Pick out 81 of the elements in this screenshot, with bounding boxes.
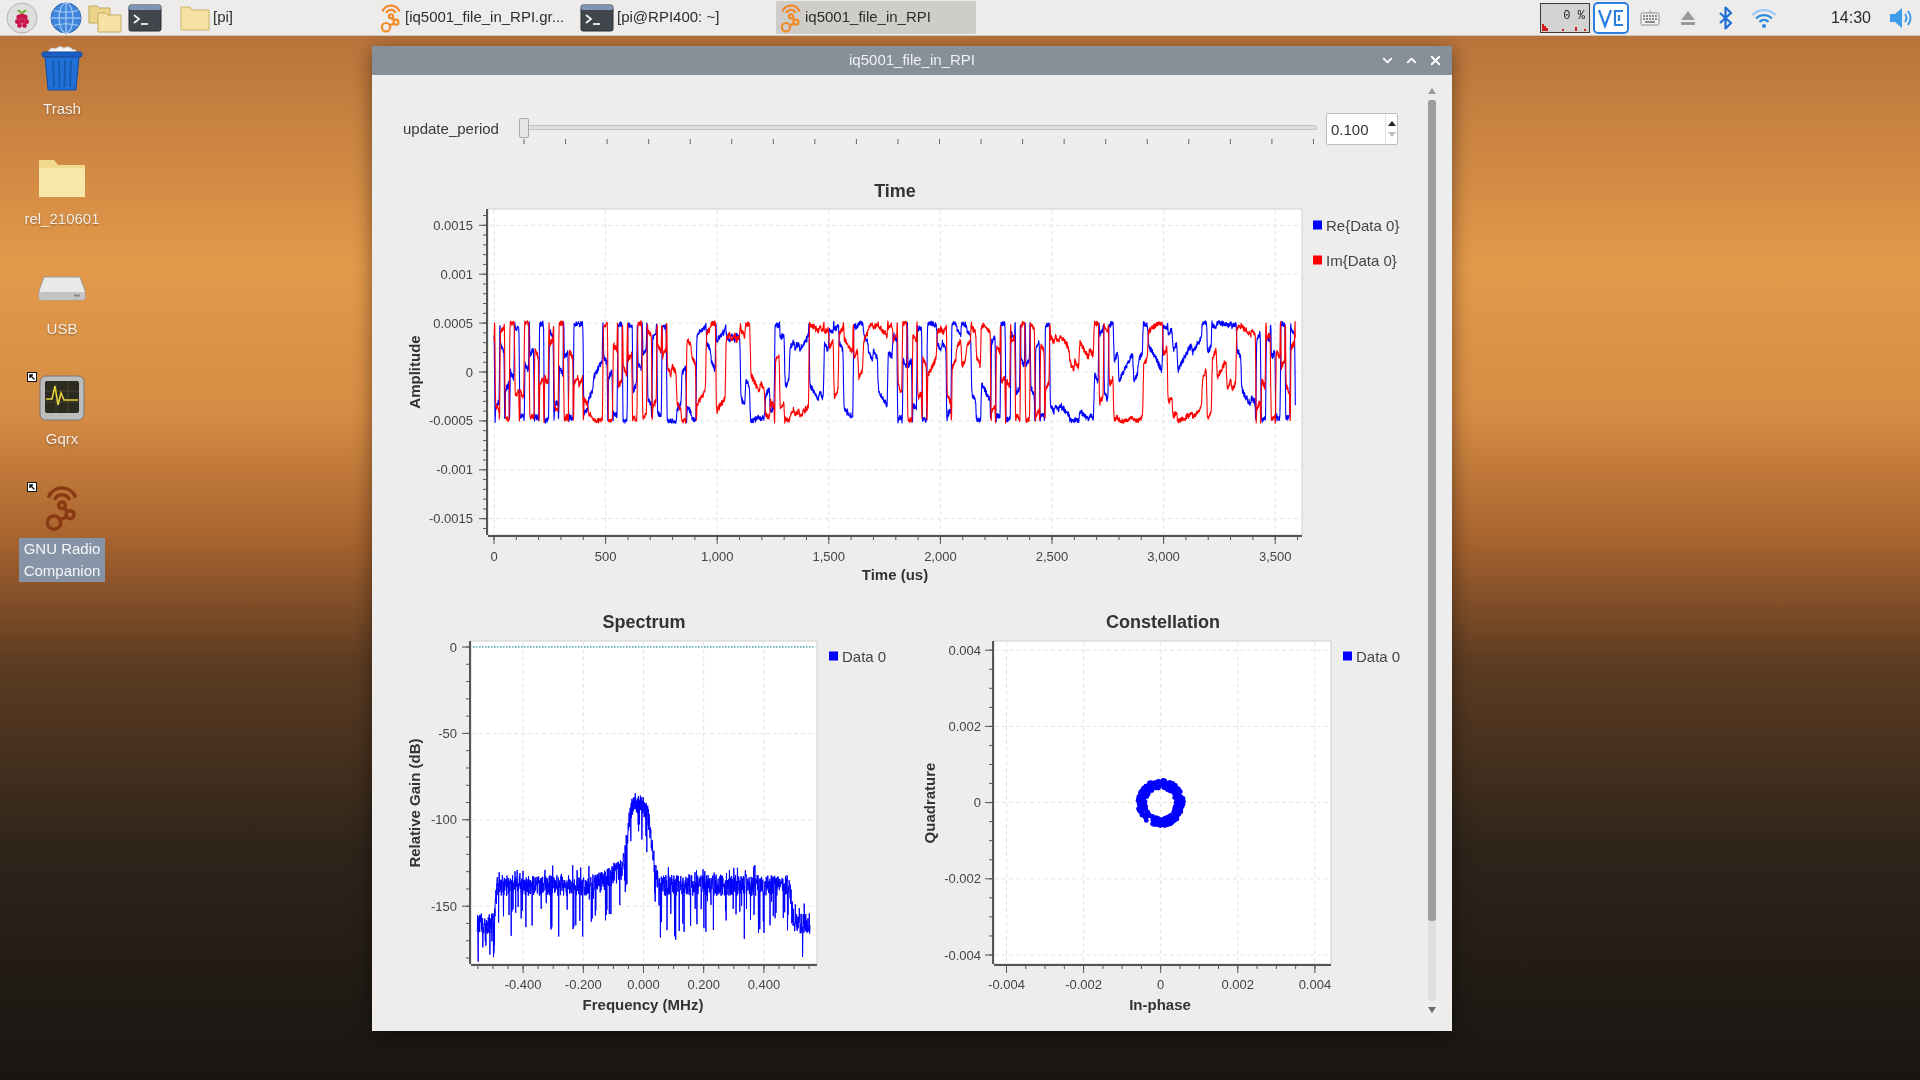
tick-label: 0.400 xyxy=(747,976,781,992)
tick-label: -0.400 xyxy=(504,976,542,992)
tick-label: -0.0005 xyxy=(428,413,473,429)
chart-title: Time xyxy=(874,181,916,201)
taskbar-button[interactable]: iq5001_file_in_RPI xyxy=(776,1,976,34)
oscilloscope-icon[interactable] xyxy=(39,375,85,421)
tick-label: 0.001 xyxy=(440,266,473,282)
tick-label: -0.004 xyxy=(944,947,981,963)
tick-label: 0 xyxy=(973,795,981,811)
radio-logo-icon xyxy=(780,2,802,33)
axis-title: In-phase xyxy=(1129,995,1191,1013)
taskbar-button[interactable]: [pi@RPI400: ~] xyxy=(576,1,776,34)
cpu-usage-text: 0 % xyxy=(1563,8,1585,23)
tick-label: 1,000 xyxy=(700,548,734,564)
tick-label: 2,000 xyxy=(924,548,957,564)
cpu-load-graph xyxy=(1541,22,1588,31)
taskbar-button[interactable]: [iq5001_file_in_RPI.gr... xyxy=(376,1,576,34)
axis-title: Time (us) xyxy=(861,565,929,583)
taskbar-button[interactable]: [pi] xyxy=(176,1,376,34)
slider-thumb[interactable] xyxy=(519,118,529,138)
tick-label: 0 xyxy=(490,548,498,564)
legend-label: Im{Data 0} xyxy=(1326,251,1397,269)
tick-label: 3,500 xyxy=(1258,548,1292,564)
tick-label: 0.0005 xyxy=(433,315,473,331)
axis-title: Relative Gain (dB) xyxy=(405,738,423,868)
trash-icon[interactable] xyxy=(40,45,84,91)
tick-label: 0 xyxy=(1157,976,1165,992)
chart-title: Spectrum xyxy=(602,612,686,632)
axis-title: Amplitude xyxy=(405,335,423,409)
spin-up-arrow-icon[interactable] xyxy=(1387,121,1396,126)
terminal-icon[interactable] xyxy=(128,3,162,32)
tick-label: -0.200 xyxy=(564,976,602,992)
tick-label: -150 xyxy=(430,898,457,914)
tick-label: -100 xyxy=(430,812,457,828)
bluetooth-icon[interactable] xyxy=(1717,5,1733,30)
constellation-points xyxy=(1135,778,1186,828)
scroll-down-arrow-icon[interactable] xyxy=(1427,1007,1436,1013)
radio-logo-icon xyxy=(380,2,402,33)
tick-label: 0 xyxy=(449,639,457,655)
radio-logo-icon[interactable] xyxy=(44,484,80,532)
tick-label: -0.004 xyxy=(988,976,1025,992)
tick-label: 0.0015 xyxy=(433,217,473,233)
tick-label: 0.004 xyxy=(948,642,981,658)
tick-label: 500 xyxy=(594,548,617,564)
chart-title: Constellation xyxy=(1106,612,1220,632)
spin-box[interactable]: 0.100 xyxy=(1326,113,1398,145)
legend-label: Re{Data 0} xyxy=(1326,216,1400,234)
scroll-up-arrow-icon[interactable] xyxy=(1427,88,1436,94)
legend-label: Data 0 xyxy=(1356,647,1401,665)
wifi-icon[interactable] xyxy=(1750,6,1777,29)
tick-label: 0.002 xyxy=(1221,976,1255,992)
square-logo-icon[interactable] xyxy=(1592,1,1629,34)
tick-label: 2,500 xyxy=(1035,548,1069,564)
close-icon[interactable] xyxy=(1428,53,1443,68)
keyboard-icon[interactable] xyxy=(1639,9,1660,26)
eject-icon[interactable] xyxy=(1679,9,1696,26)
tick-label: 3,000 xyxy=(1147,548,1180,564)
tick-label: -0.002 xyxy=(1065,976,1103,992)
folders-icon[interactable] xyxy=(88,2,122,33)
tick-label: 0.004 xyxy=(1298,976,1332,992)
raspberry-icon[interactable] xyxy=(6,1,38,34)
axis-title: Quadrature xyxy=(920,762,938,844)
globe-icon[interactable] xyxy=(50,1,82,34)
window-title: iq5001_file_in_RPI xyxy=(848,50,976,71)
tick-label: -0.001 xyxy=(436,462,473,478)
slider-track[interactable] xyxy=(519,118,1317,138)
tick-label: 0 xyxy=(465,364,473,380)
tick-label: 0.200 xyxy=(687,976,720,992)
clock-text[interactable]: 14:30 xyxy=(1830,5,1871,30)
tick-label: 1,500 xyxy=(812,548,846,564)
tick-label: 0.000 xyxy=(627,976,660,992)
terminal-icon xyxy=(580,3,614,32)
tick-label: 0.002 xyxy=(948,718,981,734)
axis-title: Frequency (MHz) xyxy=(582,995,704,1013)
tick-label: -0.0015 xyxy=(428,511,473,527)
folder-icon xyxy=(180,4,210,31)
drive-icon[interactable] xyxy=(38,275,86,301)
tick-label: -50 xyxy=(438,725,457,741)
legend-label: Data 0 xyxy=(842,647,887,665)
parameter-label: update_period xyxy=(403,118,500,139)
tick-label: -0.002 xyxy=(944,871,981,887)
